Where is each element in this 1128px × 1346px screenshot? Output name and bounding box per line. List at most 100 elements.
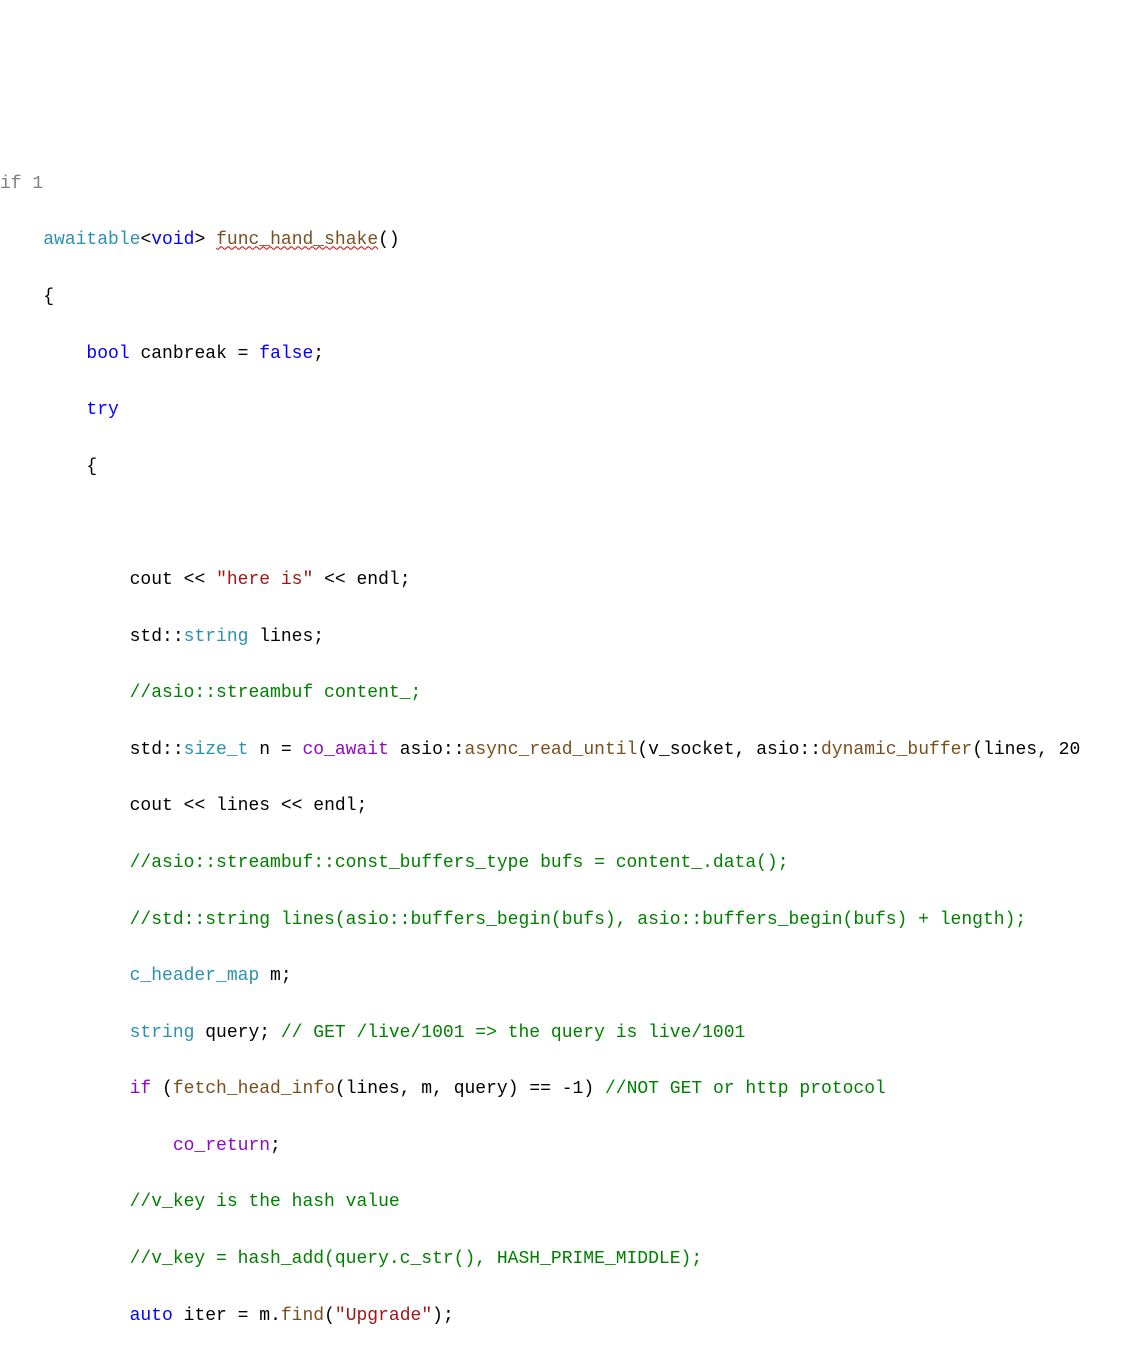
ident: endl bbox=[313, 796, 356, 816]
semi: ; bbox=[357, 796, 368, 816]
indent bbox=[0, 1079, 130, 1099]
indent bbox=[0, 740, 130, 760]
indent bbox=[0, 910, 130, 930]
semi: ; bbox=[400, 570, 411, 590]
punct: ( bbox=[151, 1079, 173, 1099]
op: << bbox=[173, 796, 216, 816]
code-line[interactable]: std::size_t n = co_await asio::async_rea… bbox=[0, 736, 1128, 764]
indent bbox=[0, 570, 130, 590]
op: << bbox=[313, 570, 356, 590]
brace: { bbox=[86, 457, 97, 477]
code-line[interactable]: co_return; bbox=[0, 1132, 1128, 1160]
string-literal: "Upgrade" bbox=[335, 1306, 432, 1326]
ident: endl bbox=[357, 570, 400, 590]
ns: std bbox=[130, 740, 162, 760]
punct: :: bbox=[162, 740, 184, 760]
code-line[interactable]: c_header_map m; bbox=[0, 962, 1128, 990]
semi: ; bbox=[281, 966, 292, 986]
fn-dynamic-buffer: dynamic_buffer bbox=[821, 740, 972, 760]
code-line[interactable] bbox=[0, 509, 1128, 537]
code-line[interactable]: //asio::streambuf content_; bbox=[0, 679, 1128, 707]
keyword-void: void bbox=[151, 230, 194, 250]
num: -1 bbox=[562, 1079, 584, 1099]
var: n bbox=[248, 740, 270, 760]
op: << bbox=[270, 796, 313, 816]
indent bbox=[0, 683, 130, 703]
comment: //NOT GET or http protocol bbox=[605, 1079, 886, 1099]
punct: ) bbox=[432, 1306, 443, 1326]
punct: ( bbox=[324, 1306, 335, 1326]
indent bbox=[0, 1023, 130, 1043]
comment: //std::string lines(asio::buffers_begin(… bbox=[130, 910, 1027, 930]
code-line[interactable]: //std::string lines(asio::buffers_begin(… bbox=[0, 906, 1128, 934]
code-line[interactable]: awaitable<void> func_hand_shake() bbox=[0, 226, 1128, 254]
op: = bbox=[270, 740, 302, 760]
punct: < bbox=[140, 230, 151, 250]
code-line[interactable]: bool canbreak = false; bbox=[0, 340, 1128, 368]
semi: ; bbox=[443, 1306, 454, 1326]
var: lines bbox=[983, 740, 1037, 760]
var: query bbox=[194, 1023, 259, 1043]
indent bbox=[0, 457, 86, 477]
keyword-coreturn: co_return bbox=[173, 1136, 270, 1156]
comment: // GET /live/1001 => the query is live/1… bbox=[281, 1023, 745, 1043]
indent bbox=[0, 966, 130, 986]
code-line[interactable]: if (fetch_head_info(lines, m, query) == … bbox=[0, 1075, 1128, 1103]
code-line[interactable]: cout << "here is" << endl; bbox=[0, 566, 1128, 594]
op: << bbox=[173, 570, 216, 590]
var: m bbox=[259, 966, 281, 986]
obj: m. bbox=[259, 1306, 281, 1326]
punct: > bbox=[194, 230, 205, 250]
semi: ; bbox=[270, 1136, 281, 1156]
code-line[interactable]: { bbox=[0, 453, 1128, 481]
space bbox=[205, 230, 216, 250]
indent bbox=[0, 627, 130, 647]
ns: asio:: bbox=[389, 740, 465, 760]
punct: ( bbox=[972, 740, 983, 760]
comment: //v_key = hash_add(query.c_str(), HASH_P… bbox=[130, 1249, 703, 1269]
var: canbreak bbox=[140, 344, 226, 364]
var: v_socket bbox=[648, 740, 734, 760]
var: iter bbox=[173, 1306, 227, 1326]
type-sizet: size_t bbox=[184, 740, 249, 760]
code-line[interactable]: cout << lines << endl; bbox=[0, 792, 1128, 820]
punct: ) bbox=[583, 1079, 605, 1099]
op: = bbox=[227, 1306, 259, 1326]
code-line[interactable]: auto iter = m.find("Upgrade"); bbox=[0, 1302, 1128, 1330]
indent bbox=[0, 796, 130, 816]
punct: , bbox=[735, 740, 757, 760]
code-line[interactable]: //v_key is the hash value bbox=[0, 1188, 1128, 1216]
var: lines bbox=[216, 796, 270, 816]
space bbox=[130, 344, 141, 364]
punct: , bbox=[1037, 740, 1059, 760]
type-string: string bbox=[130, 1023, 195, 1043]
op: == bbox=[519, 1079, 562, 1099]
ns: std bbox=[130, 627, 162, 647]
code-line[interactable]: if 1 bbox=[0, 170, 1128, 198]
args: lines, m, query bbox=[346, 1079, 508, 1099]
fn-fetch-head-info: fetch_head_info bbox=[173, 1079, 335, 1099]
code-line[interactable]: //asio::streambuf::const_buffers_type bu… bbox=[0, 849, 1128, 877]
comment: //asio::streambuf::const_buffers_type bu… bbox=[130, 853, 789, 873]
preprocessor-token: if bbox=[0, 174, 22, 194]
code-line[interactable]: string query; // GET /live/1001 => the q… bbox=[0, 1019, 1128, 1047]
indent bbox=[0, 400, 86, 420]
code-line[interactable]: std::string lines; bbox=[0, 623, 1128, 651]
indent bbox=[0, 1249, 130, 1269]
semi: ; bbox=[259, 1023, 281, 1043]
code-line[interactable]: { bbox=[0, 283, 1128, 311]
punct: :: bbox=[162, 627, 184, 647]
preprocessor-arg: 1 bbox=[32, 174, 43, 194]
function-name: func_hand_shake bbox=[216, 230, 378, 250]
code-line[interactable]: //v_key = hash_add(query.c_str(), HASH_P… bbox=[0, 1245, 1128, 1273]
semi: ; bbox=[313, 344, 324, 364]
keyword-bool: bool bbox=[86, 344, 129, 364]
op: = bbox=[227, 344, 259, 364]
code-line[interactable]: try bbox=[0, 396, 1128, 424]
indent bbox=[0, 230, 43, 250]
ident: cout bbox=[130, 796, 173, 816]
code-editor[interactable]: if 1 awaitable<void> func_hand_shake() {… bbox=[0, 113, 1128, 1346]
punct: ( bbox=[637, 740, 648, 760]
keyword-auto: auto bbox=[130, 1306, 173, 1326]
var: lines bbox=[248, 627, 313, 647]
